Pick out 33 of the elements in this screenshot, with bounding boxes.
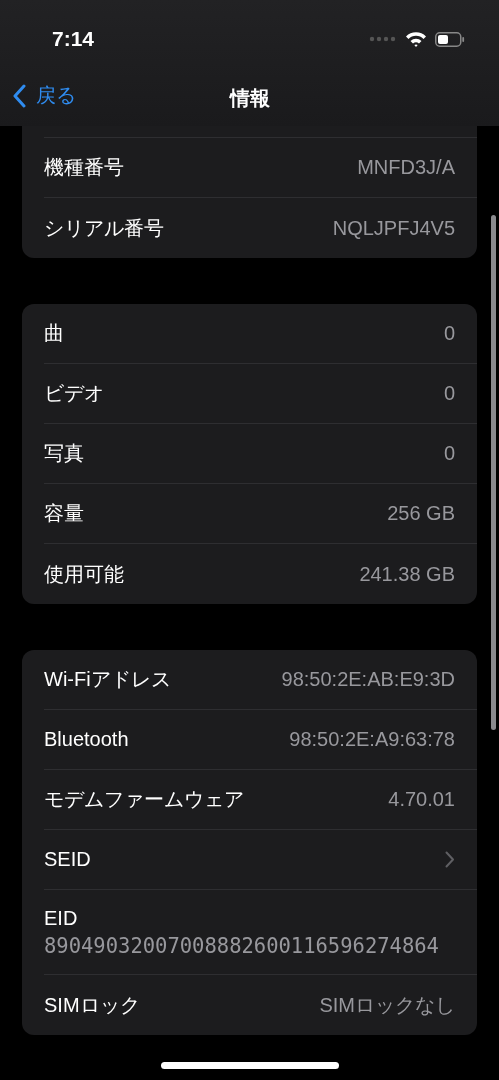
row-value: 0 [443,382,455,405]
row-label: 曲 [44,321,64,346]
row-value: 89049032007008882600116596274864 [44,933,439,958]
row-label: シリアル番号 [44,215,164,241]
battery-icon [435,31,465,47]
row-value: SIMロックなし [319,992,455,1018]
row-value: MNFD3J/A [357,156,455,179]
row-label: モデムファームウェア [44,787,244,812]
row-value: 0 [443,322,455,345]
row-value: 4.70.01 [388,788,455,811]
row-label: Wi-Fiアドレス [44,667,171,692]
row-label: 容量 [44,501,84,526]
chevron-right-icon [445,851,455,868]
wifi-icon [405,31,427,47]
back-chevron-icon [12,83,26,108]
back-button[interactable]: 戻る [12,82,76,109]
row-value: NQLJPFJ4V5 [332,216,455,240]
row-label: 機種番号 [44,155,124,180]
signal-icon [369,36,397,42]
row-label: 写真 [44,441,84,466]
row-value: 0 [443,442,455,465]
row-value: 256 GB [387,502,455,525]
nav-title: 情報 [229,85,270,111]
row-label: SIMロック [44,992,140,1018]
row-label: 使用可能 [44,561,124,587]
row-value: 98:50:2E:AB:E9:3D [281,668,455,691]
row-value: 98:50:2E:A9:63:78 [289,728,455,751]
status-time: 7:14 [52,27,95,51]
row-label: EID [44,906,78,930]
row-value: 241.38 GB [359,562,455,586]
row-label: Bluetooth [44,728,129,751]
row-label: ビデオ [44,381,104,406]
list-row[interactable]: SEID [44,830,477,890]
